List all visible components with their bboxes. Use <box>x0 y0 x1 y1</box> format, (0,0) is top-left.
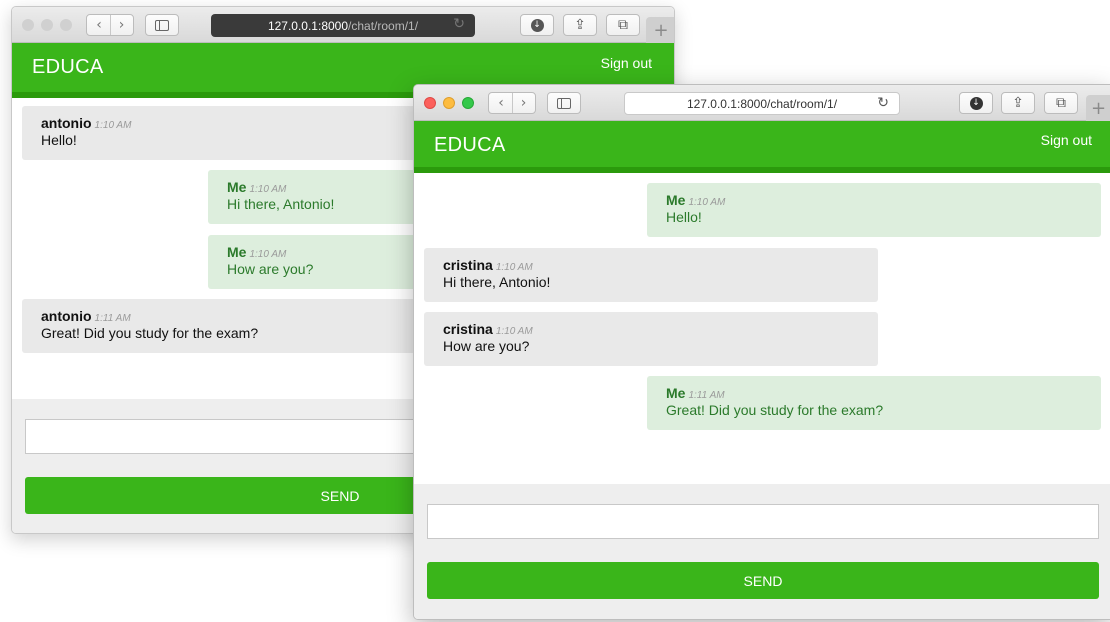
share-button[interactable]: ⇪ <box>563 14 597 36</box>
chevron-left-icon[interactable]: ‹ <box>490 93 512 113</box>
download-icon: ↓ <box>969 96 983 110</box>
chat-message: cristina 1:10 AM How are you? <box>424 312 878 366</box>
brand-logo[interactable]: EDUCA <box>32 56 104 79</box>
sidebar-icon <box>557 97 571 109</box>
sidebar-button[interactable] <box>145 14 179 36</box>
tabs-icon: ⧉ <box>618 17 628 33</box>
zoom-window-button[interactable] <box>60 19 72 31</box>
message-author: antonio <box>41 115 92 131</box>
chat-message: Me 1:10 AM Hello! <box>647 183 1101 237</box>
brand-logo[interactable]: EDUCA <box>434 134 506 157</box>
chat-message: Me 1:11 AM Great! Did you study for the e… <box>647 376 1101 430</box>
browser-window-front: ‹ › 127.0.0.1:8000/chat/room/1/ ↻ ↓ ⇪ ⧉ … <box>413 84 1110 620</box>
plus-icon[interactable]: + <box>1086 95 1110 121</box>
browser-toolbar: ‹ › 127.0.0.1:8000/chat/room/1/ ↻ ↓ ⇪ ⧉ … <box>12 7 674 43</box>
tabs-button[interactable]: ⧉ <box>606 14 640 36</box>
history-nav: ‹ › <box>86 14 134 36</box>
tabs-icon: ⧉ <box>1056 95 1066 111</box>
close-window-button[interactable] <box>424 97 436 109</box>
zoom-window-button[interactable] <box>462 97 474 109</box>
message-author: antonio <box>41 308 92 324</box>
message-time: 1:11 AM <box>688 390 725 401</box>
plus-icon[interactable]: + <box>646 17 674 43</box>
download-icon: ↓ <box>530 18 544 32</box>
chat-message-input[interactable] <box>427 504 1099 539</box>
share-icon: ⇪ <box>574 17 586 33</box>
reload-icon[interactable]: ↻ <box>877 95 889 111</box>
minimize-window-button[interactable] <box>41 19 53 31</box>
chat-footer: SEND <box>414 484 1110 619</box>
signout-link[interactable]: Sign out <box>601 55 652 71</box>
message-text: Hi there, Antonio! <box>443 274 551 290</box>
url-path: /chat/room/1/ <box>348 18 419 33</box>
message-time: 1:11 AM <box>94 313 131 324</box>
tabs-button[interactable]: ⧉ <box>1044 92 1078 114</box>
chevron-right-icon[interactable]: › <box>110 15 132 35</box>
message-author: Me <box>666 385 686 401</box>
message-author: cristina <box>443 257 493 273</box>
share-icon: ⇪ <box>1012 95 1024 111</box>
message-time: 1:10 AM <box>688 197 726 208</box>
message-time: 1:10 AM <box>495 326 533 337</box>
message-time: 1:10 AM <box>249 184 287 195</box>
message-author: Me <box>227 179 247 195</box>
browser-toolbar: ‹ › 127.0.0.1:8000/chat/room/1/ ↻ ↓ ⇪ ⧉ … <box>414 85 1110 121</box>
url-host: 127.0.0.1:8000 <box>267 18 349 33</box>
reload-icon[interactable]: ↻ <box>453 16 465 32</box>
download-button[interactable]: ↓ <box>959 92 993 114</box>
message-text: Great! Did you study for the exam? <box>666 402 884 418</box>
download-button[interactable]: ↓ <box>520 14 554 36</box>
url-text: 127.0.0.1:8000/chat/room/1/ <box>686 96 838 111</box>
message-author: cristina <box>443 321 493 337</box>
message-text: How are you? <box>443 338 530 354</box>
send-button[interactable]: SEND <box>427 562 1099 599</box>
message-author: Me <box>666 192 686 208</box>
message-author: Me <box>227 244 247 260</box>
chat-message: cristina 1:10 AM Hi there, Antonio! <box>424 248 878 302</box>
sidebar-icon <box>155 19 169 31</box>
chevron-right-icon[interactable]: › <box>512 93 534 113</box>
message-time: 1:10 AM <box>94 120 132 131</box>
history-nav: ‹ › <box>488 92 536 114</box>
sidebar-button[interactable] <box>547 92 581 114</box>
chevron-left-icon[interactable]: ‹ <box>88 15 110 35</box>
message-time: 1:10 AM <box>495 262 533 273</box>
message-text: Hello! <box>666 209 702 225</box>
signout-link[interactable]: Sign out <box>1041 132 1092 148</box>
message-time: 1:10 AM <box>249 249 287 260</box>
close-window-button[interactable] <box>22 19 34 31</box>
minimize-window-button[interactable] <box>443 97 455 109</box>
address-bar[interactable]: 127.0.0.1:8000/chat/room/1/ ↻ <box>211 14 475 37</box>
share-button[interactable]: ⇪ <box>1001 92 1035 114</box>
app-header: EDUCA Sign out <box>414 121 1110 173</box>
address-bar[interactable]: 127.0.0.1:8000/chat/room/1/ ↻ <box>624 92 900 115</box>
